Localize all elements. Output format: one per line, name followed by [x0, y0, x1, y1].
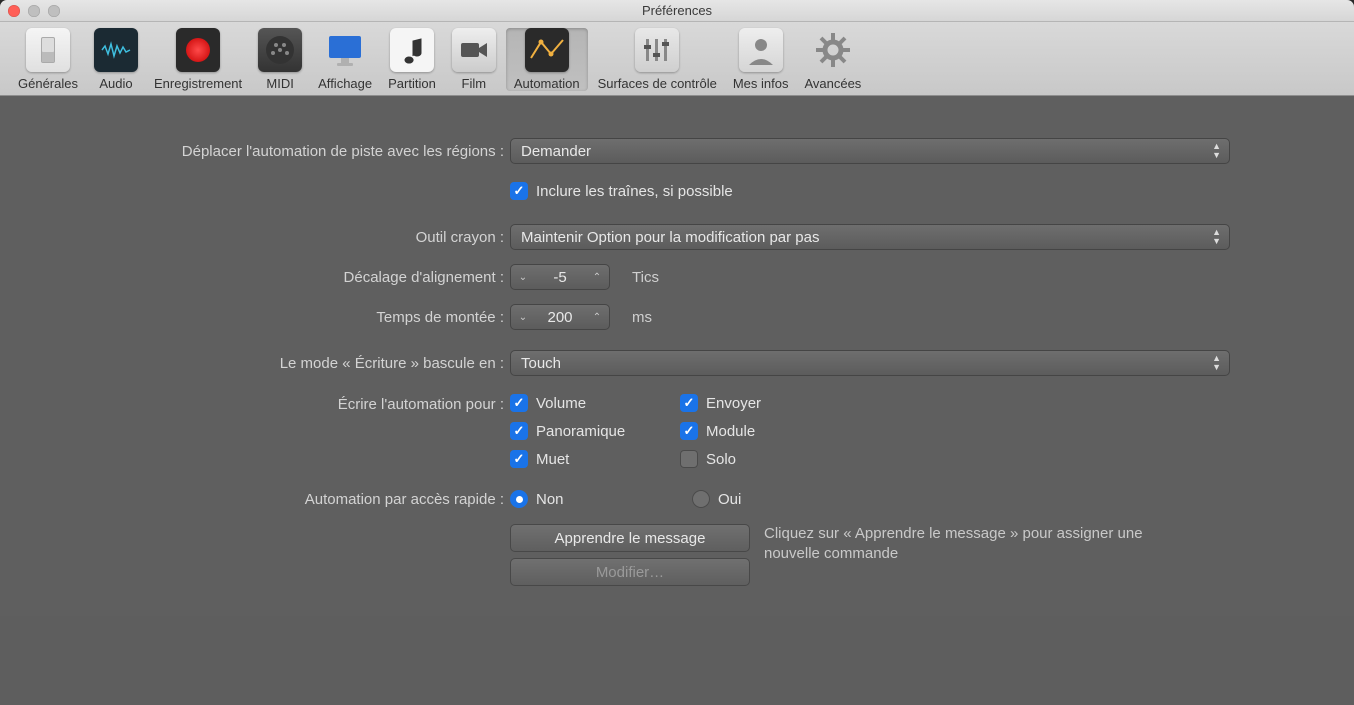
chevron-updown-icon: ▲▼ — [1212, 354, 1221, 372]
gear-icon — [811, 28, 855, 72]
quick-access-label: Automation par accès rapide : — [40, 491, 510, 508]
chevron-updown-icon: ▲▼ — [1212, 142, 1221, 160]
tab-my-info[interactable]: Mes infos — [725, 28, 797, 91]
learn-message-button[interactable]: Apprendre le message — [510, 524, 750, 552]
snap-offset-value[interactable]: -5 — [535, 269, 585, 286]
window-title: Préférences — [0, 3, 1354, 18]
chevron-up-icon[interactable]: ⌃ — [585, 272, 609, 283]
faders-icon — [635, 28, 679, 72]
pencil-tool-popup[interactable]: Maintenir Option pour la modification pa… — [510, 224, 1230, 250]
tab-midi[interactable]: MIDI — [250, 28, 310, 91]
tab-automation[interactable]: Automation — [506, 28, 588, 91]
minimize-window-button[interactable] — [28, 5, 40, 17]
snap-offset-label: Décalage d'alignement : — [40, 269, 510, 286]
preferences-toolbar: Générales Audio Enregistrement MIDI Affi… — [0, 22, 1354, 96]
chevron-up-icon[interactable]: ⌃ — [585, 312, 609, 323]
learn-hint-text: Cliquez sur « Apprendre le message » pou… — [764, 524, 1144, 565]
volume-checkbox[interactable] — [510, 394, 528, 412]
ramp-time-value[interactable]: 200 — [535, 309, 585, 326]
ramp-time-label: Temps de montée : — [40, 309, 510, 326]
tab-audio[interactable]: Audio — [86, 28, 146, 91]
waveform-icon — [94, 28, 138, 72]
preferences-window: Préférences Générales Audio Enregistreme… — [0, 0, 1354, 705]
include-tails-label: Inclure les traînes, si possible — [536, 183, 733, 200]
automation-icon — [525, 28, 569, 72]
quick-access-off-radio[interactable] — [510, 490, 528, 508]
write-auto-for-label: Écrire l'automation pour : — [40, 394, 510, 413]
camera-icon — [452, 28, 496, 72]
tab-advanced[interactable]: Avancées — [796, 28, 869, 91]
tab-movie[interactable]: Film — [444, 28, 504, 91]
tab-general[interactable]: Générales — [10, 28, 86, 91]
write-mode-label: Le mode « Écriture » bascule en : — [40, 355, 510, 372]
monitor-icon — [323, 28, 367, 72]
tab-control-surfaces[interactable]: Surfaces de contrôle — [590, 28, 725, 91]
close-window-button[interactable] — [8, 5, 20, 17]
send-checkbox[interactable] — [680, 394, 698, 412]
ramp-time-unit: ms — [632, 309, 652, 326]
write-mode-popup[interactable]: Touch ▲▼ — [510, 350, 1230, 376]
plugin-checkbox[interactable] — [680, 422, 698, 440]
titlebar: Préférences — [0, 0, 1354, 22]
window-controls — [8, 5, 60, 17]
music-note-icon — [390, 28, 434, 72]
edit-button[interactable]: Modifier… — [510, 558, 750, 586]
chevron-down-icon[interactable]: ⌄ — [511, 272, 535, 283]
mute-checkbox[interactable] — [510, 450, 528, 468]
chevron-updown-icon: ▲▼ — [1212, 228, 1221, 246]
midi-icon — [258, 28, 302, 72]
tab-recording[interactable]: Enregistrement — [146, 28, 250, 91]
pan-checkbox[interactable] — [510, 422, 528, 440]
snap-offset-unit: Tics — [632, 269, 659, 286]
tab-score[interactable]: Partition — [380, 28, 444, 91]
switch-icon — [26, 28, 70, 72]
ramp-time-stepper[interactable]: ⌄ 200 ⌃ — [510, 304, 610, 330]
include-tails-checkbox[interactable] — [510, 182, 528, 200]
snap-offset-stepper[interactable]: ⌄ -5 ⌃ — [510, 264, 610, 290]
person-icon — [739, 28, 783, 72]
write-auto-for-group: Volume Envoyer Panoramique Module Muet — [510, 394, 870, 468]
solo-checkbox[interactable] — [680, 450, 698, 468]
tab-display[interactable]: Affichage — [310, 28, 380, 91]
record-icon — [176, 28, 220, 72]
move-automation-popup[interactable]: Demander ▲▼ — [510, 138, 1230, 164]
automation-pane: Déplacer l'automation de piste avec les … — [0, 96, 1354, 616]
chevron-down-icon[interactable]: ⌄ — [511, 312, 535, 323]
quick-access-on-radio[interactable] — [692, 490, 710, 508]
pencil-tool-label: Outil crayon : — [40, 229, 510, 246]
move-automation-label: Déplacer l'automation de piste avec les … — [40, 143, 510, 160]
zoom-window-button[interactable] — [48, 5, 60, 17]
